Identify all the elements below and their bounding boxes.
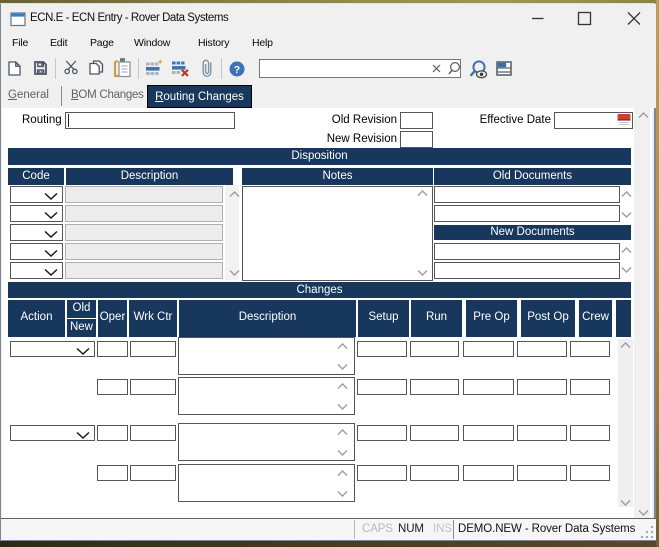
svg-text:?: ? — [234, 64, 240, 76]
